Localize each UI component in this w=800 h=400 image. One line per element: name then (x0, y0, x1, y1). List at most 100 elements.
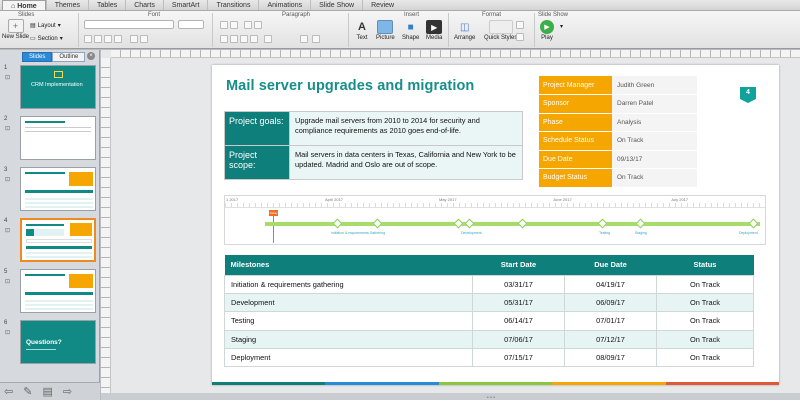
milestone-name: Development (224, 292, 473, 313)
decrease-indent-button[interactable] (244, 21, 252, 29)
milestones-table[interactable]: Milestones Start Date Due Date Status In… (224, 255, 754, 368)
play-options-button[interactable]: ▾ (560, 23, 563, 30)
group-label-slide-show: Slide Show (538, 12, 569, 18)
slide-thumbnail-4[interactable]: 4 ⊡ (4, 218, 96, 264)
justify-button[interactable] (250, 35, 258, 43)
slide-thumbnail-6[interactable]: 6 ⊡ Questions? (4, 320, 96, 366)
align-center-button[interactable] (230, 35, 238, 43)
text-direction-button[interactable] (300, 35, 308, 43)
slide-thumbnail-3[interactable]: 3 ⊡ (4, 167, 96, 213)
due-date: 08/09/17 (564, 348, 657, 368)
footer-segment (665, 382, 779, 385)
table-row: Budget Status On Track (539, 168, 697, 188)
milestone-name: Testing (224, 311, 473, 331)
highlight-button[interactable] (140, 35, 148, 43)
align-left-button[interactable] (220, 35, 228, 43)
start-date: 03/31/17 (472, 274, 565, 294)
group-label-paragraph: Paragraph (282, 12, 311, 18)
play-icon: ▶ (540, 20, 554, 34)
columns-button[interactable] (264, 35, 272, 43)
layout-button[interactable]: ▤ Layout ▾ (30, 22, 61, 30)
tab-outline[interactable]: Outline (52, 52, 86, 62)
divider (348, 13, 349, 47)
shape-outline-button[interactable] (516, 33, 524, 41)
vertical-ruler (101, 58, 111, 400)
close-icon[interactable]: × (87, 52, 95, 60)
slide-icon: ⊡ (5, 279, 11, 285)
goals-scope-table[interactable]: Project goals: Upgrade mail servers from… (224, 111, 523, 180)
group-label-font: Font (148, 12, 161, 18)
slide-title[interactable]: Mail server upgrades and migration (226, 78, 474, 94)
tab-transitions[interactable]: Transitions (207, 0, 258, 10)
tab-review[interactable]: Review (362, 0, 402, 10)
numbering-button[interactable] (230, 21, 238, 29)
goals-text: Upgrade mail servers from 2010 to 2014 f… (289, 111, 523, 146)
quick-styles-button[interactable]: Quick Styles (484, 20, 517, 41)
milestone-diamond (748, 218, 759, 229)
new-slide-button[interactable]: + New Slide (2, 19, 29, 40)
pen-icon[interactable]: ✎ (23, 385, 32, 398)
font-name-field[interactable] (84, 20, 174, 29)
table-row: Due Date 09/13/17 (539, 150, 697, 169)
slide-thumbnail-2[interactable]: 2 ⊡ (4, 116, 96, 162)
strikethrough-button[interactable] (114, 35, 122, 43)
insert-shape-button[interactable]: ■ Shape (402, 20, 419, 42)
play-button[interactable]: ▶ Play (540, 20, 554, 41)
divider (534, 13, 535, 47)
slide-icon: ⊡ (5, 75, 11, 81)
forward-arrow-icon[interactable]: ⇨ (63, 385, 72, 398)
thumbnail-image (20, 218, 96, 262)
insert-media-button[interactable]: ▶ Media (426, 20, 442, 41)
tab-themes[interactable]: Themes (45, 0, 88, 10)
timeline-graphic[interactable]: 1 2017 April 2017 May 2017 June 2017 Jul… (224, 195, 766, 245)
divider (212, 13, 213, 47)
group-label-slides: Slides (18, 12, 35, 18)
tab-tables[interactable]: Tables (87, 0, 125, 10)
notes-view-icon[interactable]: ▤ (42, 385, 52, 398)
align-text-button[interactable] (312, 35, 320, 43)
tab-home[interactable]: ⌂ Home (2, 0, 46, 10)
status: On Track (656, 292, 754, 313)
align-right-button[interactable] (240, 35, 248, 43)
underline-button[interactable] (104, 35, 112, 43)
quick-styles-icon (488, 20, 513, 34)
start-date: 07/15/17 (472, 348, 565, 368)
resize-grip-icon[interactable]: • • • (487, 395, 495, 400)
slide-icon: ⊡ (5, 228, 11, 234)
status: On Track (656, 329, 754, 350)
font-size-field[interactable] (178, 20, 204, 29)
insert-text-button[interactable]: A Text (354, 20, 370, 41)
font-color-button[interactable] (130, 35, 138, 43)
increase-indent-button[interactable] (254, 21, 262, 29)
insert-picture-button[interactable]: Picture (376, 20, 395, 41)
due-date: 07/01/17 (564, 311, 657, 331)
tab-slides[interactable]: Slides (22, 52, 53, 62)
milestone-name: Staging (224, 329, 473, 350)
slide[interactable]: Mail server upgrades and migration 4 Pro… (212, 65, 779, 385)
scope-text: Mail servers in data centers in Texas, C… (289, 145, 523, 180)
shape-fill-button[interactable] (516, 21, 524, 29)
panel-tabs: Slides Outline (22, 52, 86, 62)
chevron-down-icon: ▾ (57, 23, 61, 29)
slide-thumbnail-1[interactable]: 1 ⊡ CRM Implementation (4, 65, 96, 111)
slide-thumbnail-5[interactable]: 5 ⊡ (4, 269, 96, 315)
arrange-icon: ◫ (459, 21, 470, 33)
tab-charts[interactable]: Charts (125, 0, 163, 10)
back-arrow-icon[interactable]: ⇦ (4, 385, 13, 398)
italic-button[interactable] (94, 35, 102, 43)
thumbnail-image (20, 116, 96, 160)
section-button[interactable]: ▭ Section ▾ (30, 35, 63, 43)
arrange-button[interactable]: ◫ Arrange (454, 20, 475, 42)
milestone-diamond (372, 218, 383, 229)
tab-slide-show[interactable]: Slide Show (310, 0, 362, 10)
layout-icon: ▤ (30, 23, 36, 29)
table-row: Testing 06/14/17 07/01/17 On Track (224, 311, 754, 331)
project-info-table[interactable]: Project Manager Judith Green Sponsor Darre… (539, 76, 697, 188)
footer-segment (325, 382, 439, 385)
column-header: Status (656, 255, 754, 275)
tab-smartart[interactable]: SmartArt (162, 0, 208, 10)
tab-animations[interactable]: Animations (258, 0, 310, 10)
bold-button[interactable] (84, 35, 92, 43)
bullets-button[interactable] (220, 21, 228, 29)
slide-icon: ⊡ (5, 177, 11, 183)
